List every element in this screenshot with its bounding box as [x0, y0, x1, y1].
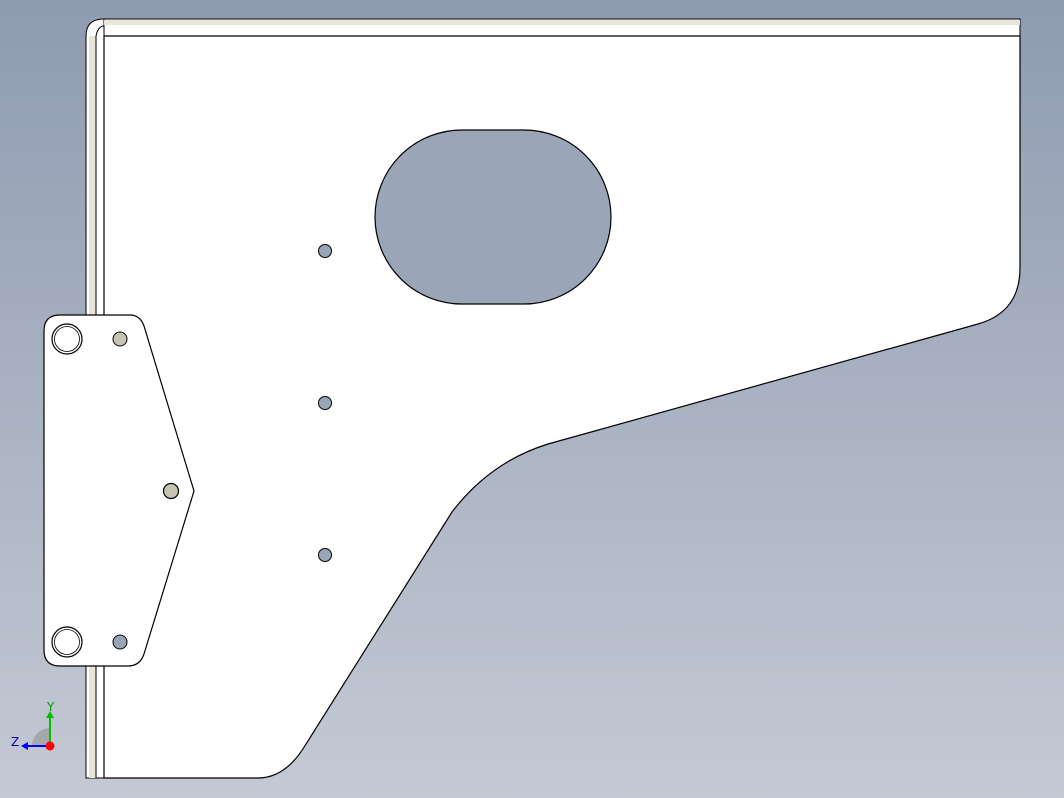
- y-axis-label: Y: [46, 700, 55, 714]
- bolt-head: [51, 626, 83, 658]
- mount-hole: [318, 244, 332, 258]
- x-axis-dot: [45, 741, 55, 751]
- bolt-head: [51, 323, 83, 355]
- top-flange-shade: [104, 20, 1020, 25]
- rivet: [112, 634, 128, 650]
- rivet: [112, 331, 128, 347]
- cad-graphics-viewport[interactable]: Y Z: [0, 0, 1064, 798]
- mount-hole: [318, 548, 332, 562]
- z-axis-label: Z: [11, 735, 19, 749]
- rivet: [162, 482, 180, 500]
- mount-hole: [318, 396, 332, 410]
- oblong-cutout: [374, 129, 612, 305]
